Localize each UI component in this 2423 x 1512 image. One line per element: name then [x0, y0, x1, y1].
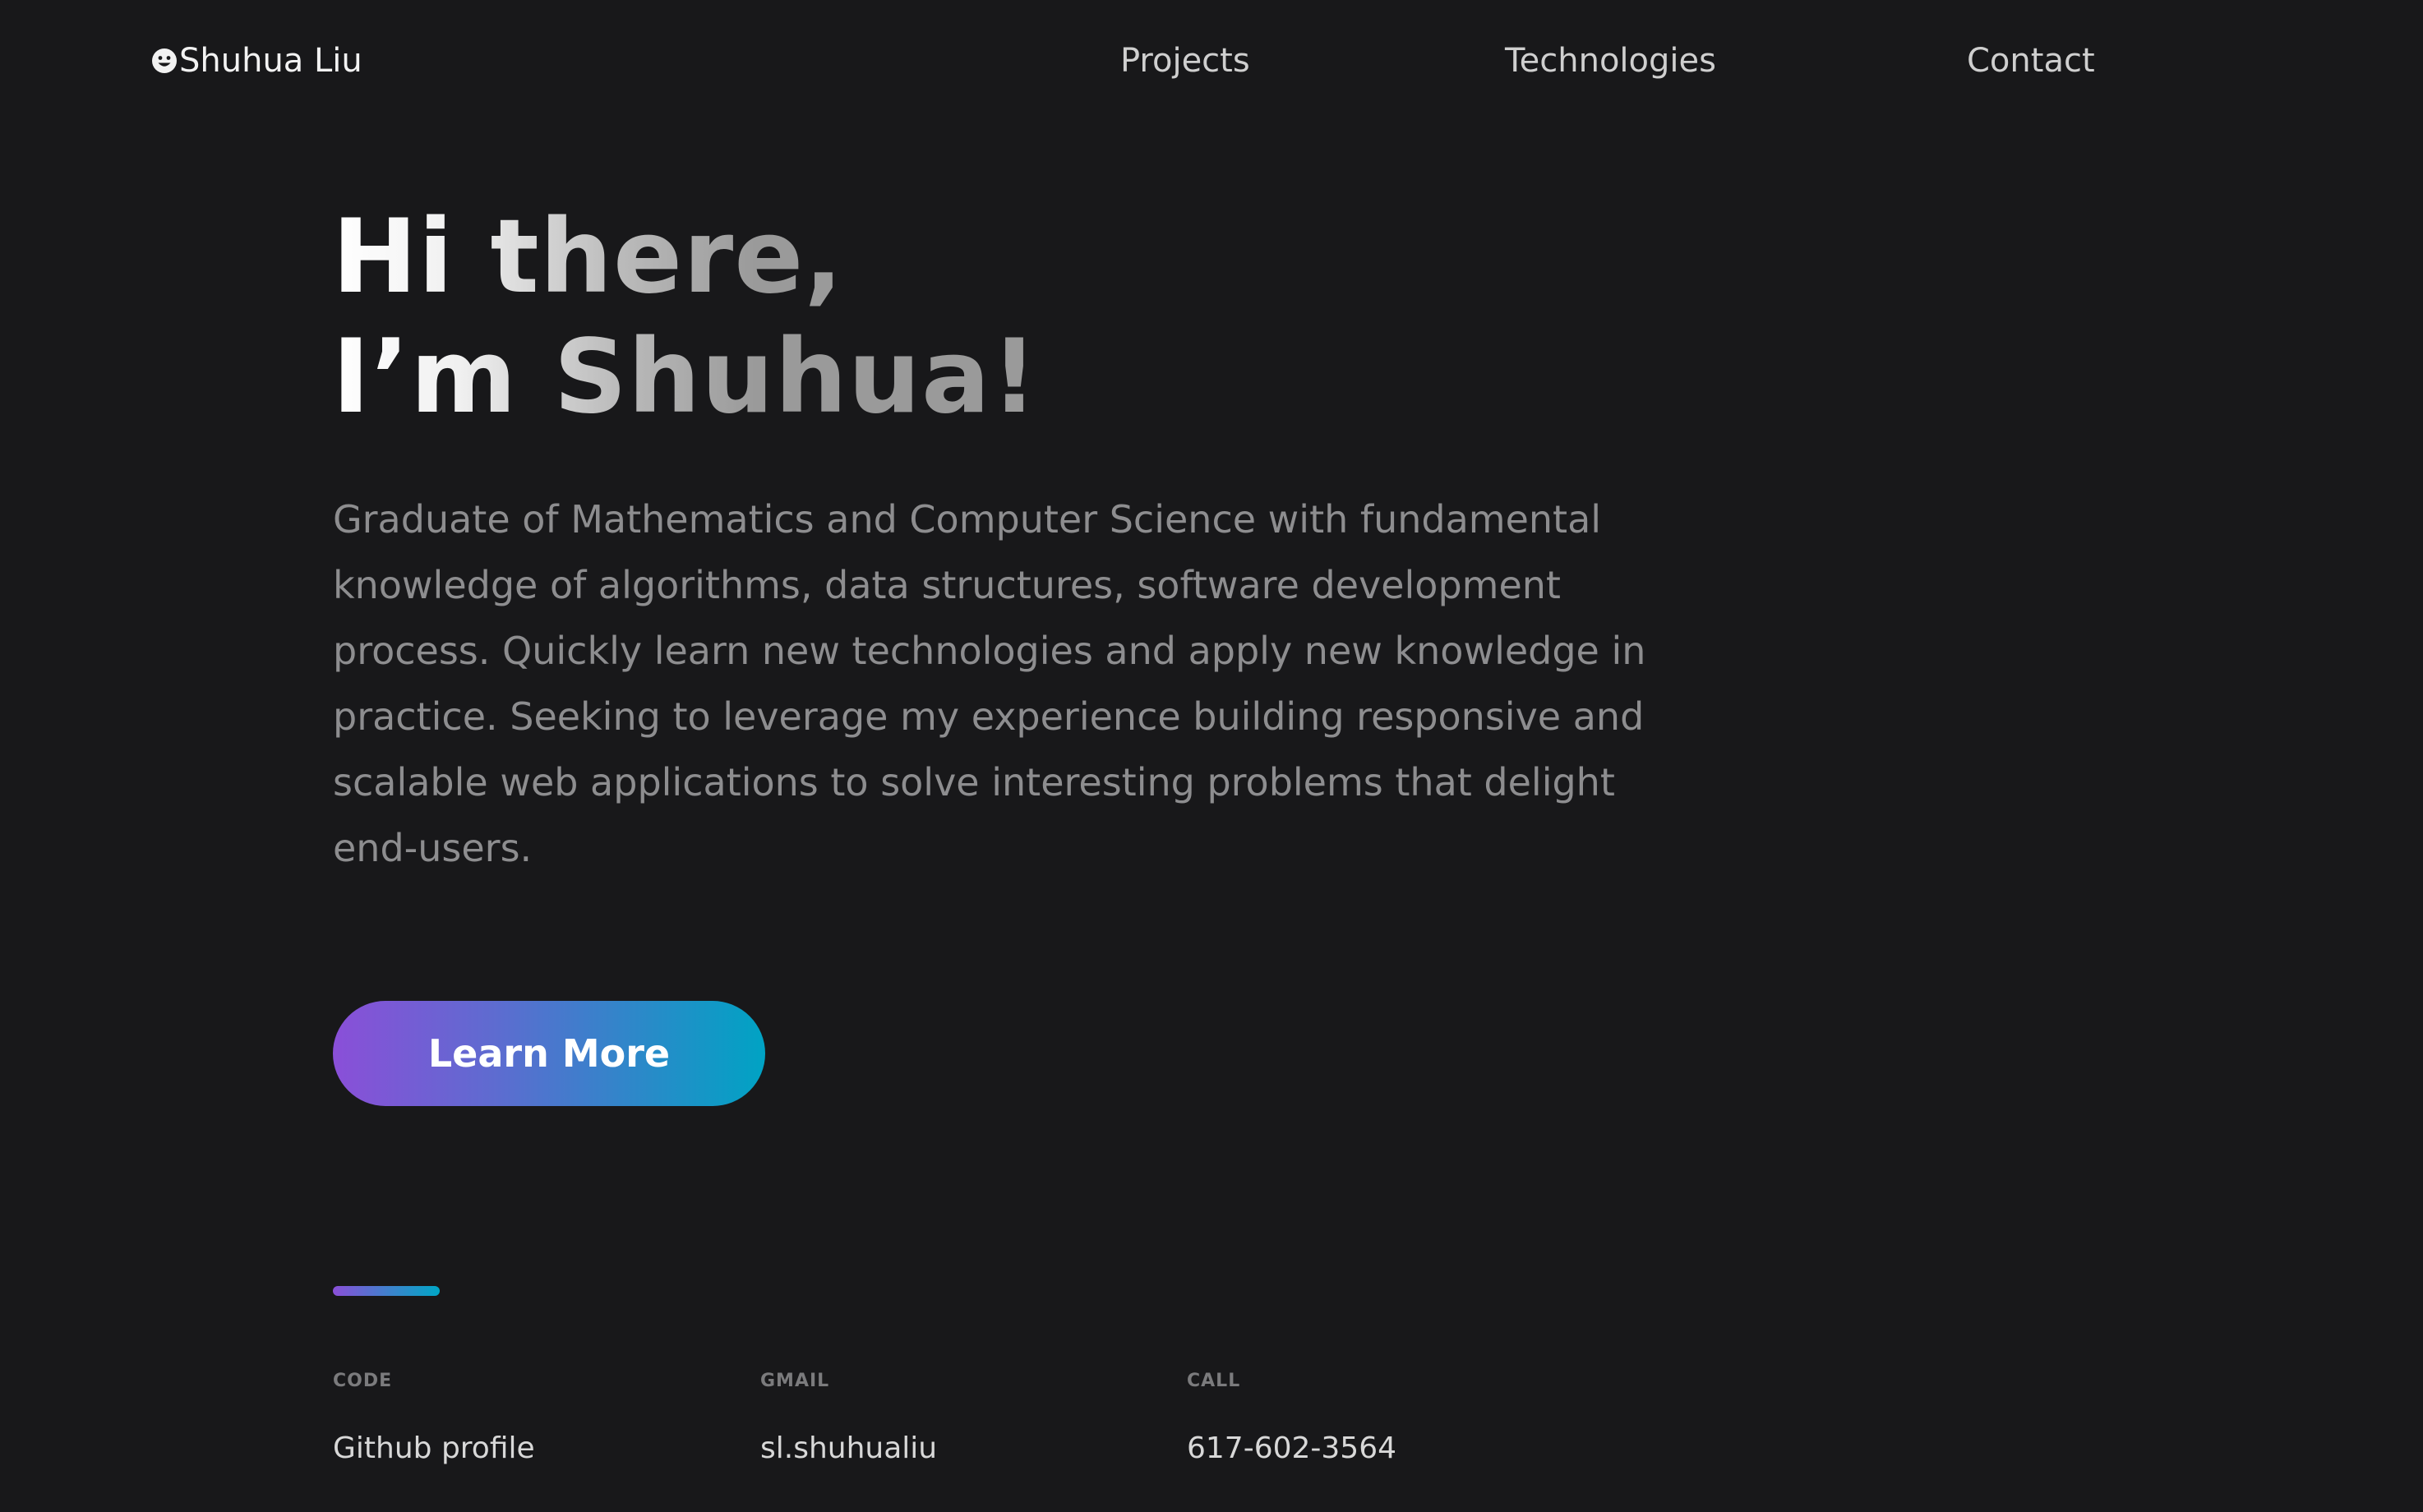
page: Shuhua Liu Projects Technologies Contact… — [0, 0, 2423, 1512]
gmail-link[interactable]: sl.shuhualiu — [760, 1427, 937, 1471]
brand-name: Shuhua Liu — [179, 42, 362, 80]
nav-link-contact[interactable]: Contact — [1967, 36, 2095, 85]
top-nav: Shuhua Liu Projects Technologies Contact — [0, 0, 2423, 123]
contact-call: CALL 617-602-3564 — [1187, 1367, 1396, 1471]
github-profile-link[interactable]: Github profile — [333, 1427, 535, 1471]
contact-code: CODE Github profile — [333, 1367, 535, 1471]
hero-title-line-2: I’m Shuhua! — [332, 318, 1039, 436]
brand-link[interactable]: Shuhua Liu — [151, 36, 362, 85]
contact-call-label: CALL — [1187, 1371, 1241, 1391]
nav-link-projects[interactable]: Projects — [1120, 36, 1250, 85]
contact-code-label: CODE — [333, 1371, 393, 1391]
hero-description: Graduate of Mathematics and Computer Sci… — [333, 497, 1646, 870]
hero-title-line-1: Hi there, — [332, 198, 844, 316]
accent-divider — [333, 1286, 440, 1296]
contact-gmail-label: GMAIL — [760, 1371, 830, 1391]
nav-link-technologies[interactable]: Technologies — [1505, 36, 1716, 85]
phone-link[interactable]: 617-602-3564 — [1187, 1427, 1396, 1471]
hero-title: Hi there, I’m Shuhua! — [332, 197, 1038, 437]
learn-more-button[interactable]: Learn More — [333, 1001, 765, 1106]
contact-gmail: GMAIL sl.shuhualiu — [760, 1367, 937, 1471]
smiley-icon — [152, 48, 177, 73]
